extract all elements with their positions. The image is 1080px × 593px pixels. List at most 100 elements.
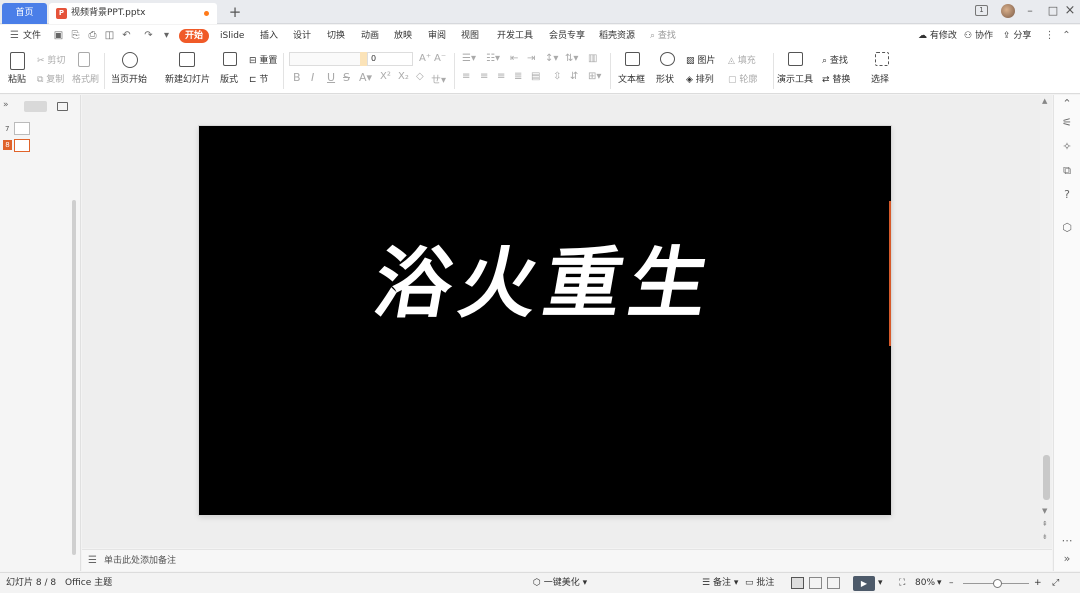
fullscreen-icon[interactable]: ⤢ xyxy=(1052,573,1059,593)
subscript-icon[interactable]: X₂ xyxy=(398,71,409,82)
preview-icon[interactable]: ◫ xyxy=(104,30,115,41)
layout-icon[interactable] xyxy=(223,52,237,66)
menu-review[interactable]: 审阅 xyxy=(428,25,446,47)
decrease-font-icon[interactable]: A⁻ xyxy=(434,53,446,64)
arrange-button[interactable]: ◈ 排列 xyxy=(686,72,714,85)
find-button[interactable]: ⌕ 查找 xyxy=(822,53,848,66)
help-icon[interactable]: ? xyxy=(1061,189,1073,201)
menu-developer[interactable]: 开发工具 xyxy=(497,25,533,47)
slide-thumbnail-selected[interactable] xyxy=(14,139,30,152)
bold-button[interactable]: B xyxy=(293,71,301,84)
play-dropdown-icon[interactable]: ▾ xyxy=(878,573,883,593)
indent-icon[interactable]: ⇥ xyxy=(527,53,535,64)
slides-view-toggle[interactable] xyxy=(57,102,68,111)
theme-name[interactable]: Office 主题 xyxy=(65,573,112,593)
collapse-rail-icon[interactable]: ⌃ xyxy=(1061,98,1073,110)
grid-view-button[interactable] xyxy=(809,577,822,589)
font-color-icon[interactable]: A▾ xyxy=(359,71,372,84)
format-painter-icon[interactable] xyxy=(78,52,90,67)
reset-button[interactable]: ⊟ 重置 xyxy=(249,53,277,66)
comments-button[interactable]: ▭ 批注 xyxy=(745,573,774,593)
strikethrough-button[interactable]: S xyxy=(343,71,350,84)
layout-button[interactable]: 版式 xyxy=(220,72,238,85)
one-click-beautify-button[interactable]: ⬡ 一键美化 ▾ xyxy=(533,573,587,593)
redo-icon[interactable]: ↷ xyxy=(143,30,154,41)
char-spacing-icon[interactable]: ㄝ▾ xyxy=(431,71,446,86)
undo-icon[interactable]: ↶ xyxy=(121,30,132,41)
slide-title[interactable]: 浴火重生 xyxy=(191,237,900,333)
paste-button[interactable]: 粘贴 xyxy=(8,72,26,85)
zoom-dropdown-icon[interactable]: ▾ xyxy=(937,573,942,593)
play-from-current-icon[interactable] xyxy=(122,52,138,68)
notes-bar[interactable]: ☰ 单击此处添加备注 xyxy=(82,549,1052,571)
document-tab[interactable]: P 视频背景PPT.pptx xyxy=(49,3,217,24)
increase-font-icon[interactable]: A⁺ xyxy=(419,53,431,64)
menu-insert[interactable]: 插入 xyxy=(260,25,278,47)
outdent-icon[interactable]: ⇤ xyxy=(510,53,518,64)
slide-thumbnail[interactable] xyxy=(14,122,30,135)
menu-home[interactable]: 开始 xyxy=(179,29,210,43)
home-tab[interactable]: 首页 xyxy=(2,3,47,24)
align-center-icon[interactable]: ≡ xyxy=(480,71,488,82)
align-right-icon[interactable]: ≡ xyxy=(497,71,505,82)
menu-membership[interactable]: 会员专享 xyxy=(549,25,585,47)
more-icon[interactable]: ⋮ xyxy=(1044,30,1055,41)
share-button[interactable]: ⇪ 分享 xyxy=(1003,25,1031,47)
export-icon[interactable]: ⎘ xyxy=(70,30,81,41)
line-spacing-icon[interactable]: ↕▾ xyxy=(545,53,558,64)
new-slide-icon[interactable] xyxy=(179,52,195,67)
scroll-up-icon[interactable]: ▲ xyxy=(1042,97,1047,105)
collaborate-button[interactable]: ⚇ 协作 xyxy=(964,25,993,47)
search-input[interactable]: ⌕ 查找 xyxy=(650,25,676,47)
properties-icon[interactable]: ⚟ xyxy=(1061,117,1073,129)
expand-panel-icon[interactable]: » xyxy=(3,100,9,110)
replace-button[interactable]: ⇄ 替换 xyxy=(822,72,850,85)
collapse-ribbon-icon[interactable]: ⌃ xyxy=(1061,30,1072,41)
prev-slide-icon[interactable]: ⇞ xyxy=(1042,520,1048,528)
normal-view-button[interactable] xyxy=(791,577,804,589)
presentation-tools-icon[interactable] xyxy=(788,52,803,66)
print-icon[interactable]: ⎙ xyxy=(87,30,98,41)
next-slide-icon[interactable]: ⇟ xyxy=(1042,533,1048,541)
scroll-thumb[interactable] xyxy=(1043,455,1050,500)
menu-file[interactable]: 文件 xyxy=(23,25,41,47)
distribute-icon[interactable]: ▤ xyxy=(531,71,540,82)
window-count-badge[interactable]: 1 xyxy=(975,5,988,16)
reading-view-button[interactable] xyxy=(827,577,840,589)
new-slide-button[interactable]: 新建幻灯片 xyxy=(165,72,210,85)
font-size-field[interactable]: 0 xyxy=(367,52,413,66)
paragraph-spacing-icon[interactable]: ⇵ xyxy=(570,71,578,82)
play-slideshow-button[interactable]: ▶ xyxy=(853,576,875,591)
shapes-button[interactable]: 形状 xyxy=(656,72,674,85)
close-button[interactable]: × xyxy=(1059,0,1080,22)
notes-toggle-button[interactable]: ☰ 备注 ▾ xyxy=(702,573,738,593)
menu-docer[interactable]: 稻壳资源 xyxy=(599,25,635,47)
outline-button[interactable]: ▢ 轮廓 xyxy=(728,72,757,85)
menu-animations[interactable]: 动画 xyxy=(361,25,379,47)
underline-button[interactable]: U xyxy=(327,71,335,84)
justify-icon[interactable]: ≣ xyxy=(514,71,522,82)
menu-view[interactable]: 视图 xyxy=(461,25,479,47)
format-painter-button[interactable]: 格式刷 xyxy=(72,72,99,85)
textbox-icon[interactable] xyxy=(625,52,640,66)
scroll-down-icon[interactable]: ▼ xyxy=(1042,507,1047,515)
menu-transitions[interactable]: 切换 xyxy=(327,25,345,47)
customize-dropdown-icon[interactable]: ▾ xyxy=(161,30,172,41)
textbox-button[interactable]: 文本框 xyxy=(618,72,645,85)
presentation-tools-button[interactable]: 演示工具 xyxy=(777,72,813,85)
zoom-level[interactable]: 80% xyxy=(915,573,935,593)
font-family-dropdown-icon[interactable] xyxy=(360,52,367,66)
fill-button[interactable]: ◬ 填充 xyxy=(728,53,756,66)
font-family-field[interactable] xyxy=(289,52,361,66)
add-tab-button[interactable]: + xyxy=(226,2,244,22)
numbering-icon[interactable]: ☷▾ xyxy=(486,53,500,64)
fit-window-icon[interactable]: ⛶ xyxy=(899,573,905,593)
superscript-icon[interactable]: X² xyxy=(380,71,391,82)
copy-button[interactable]: ⧉ 复制 xyxy=(37,72,64,85)
cube-icon[interactable]: ⬡ xyxy=(1061,222,1073,234)
animation-icon[interactable]: ✧ xyxy=(1061,141,1073,153)
bullets-icon[interactable]: ☰▾ xyxy=(462,53,476,64)
columns-icon[interactable]: ▥ xyxy=(588,53,597,64)
hamburger-icon[interactable]: ☰ xyxy=(9,30,20,41)
section-button[interactable]: ⊏ 节 xyxy=(249,72,268,85)
